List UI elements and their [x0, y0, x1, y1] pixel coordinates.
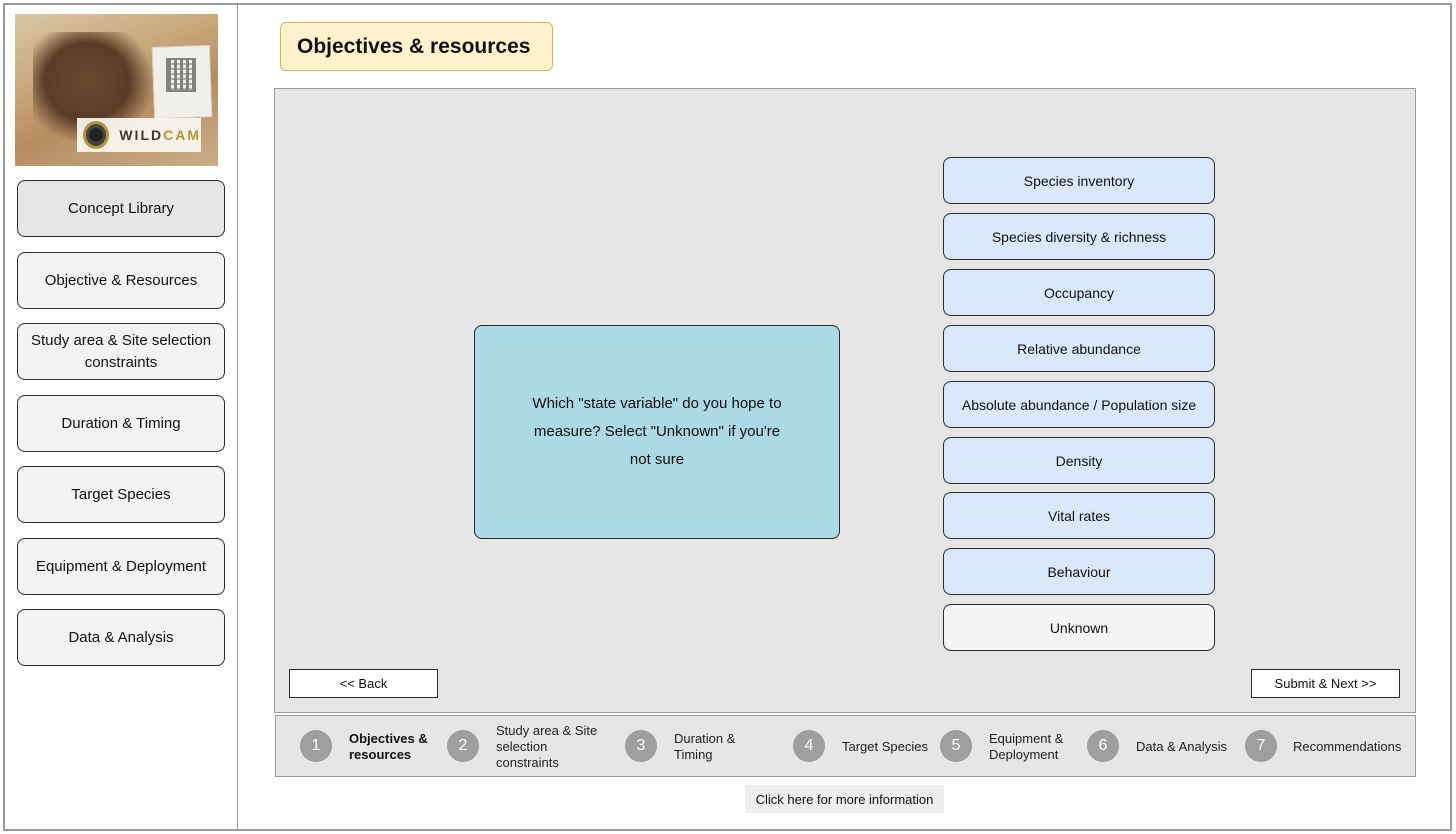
- page-title: Objectives & resources: [280, 22, 553, 71]
- more-info-button[interactable]: Click here for more information: [745, 785, 944, 813]
- step-number[interactable]: 4: [793, 730, 825, 762]
- option-species-inventory[interactable]: Species inventory: [943, 157, 1215, 204]
- sidebar-item-label: Concept Library: [68, 199, 174, 217]
- progress-stepper: 1 Objectives & resources 2 Study area & …: [275, 715, 1416, 777]
- sidebar-item-target-species[interactable]: Target Species: [17, 466, 225, 523]
- step-number[interactable]: 3: [625, 730, 657, 762]
- sidebar-item-label: Objective & Resources: [44, 271, 198, 289]
- sidebar-item-objective-resources[interactable]: Objective & Resources: [17, 252, 225, 309]
- option-occupancy[interactable]: Occupancy: [943, 269, 1215, 316]
- app-frame: WILDCAM Concept Library Objective & Reso…: [3, 3, 1452, 831]
- step-number[interactable]: 7: [1245, 730, 1277, 762]
- sidebar-item-data-analysis[interactable]: Data & Analysis: [17, 609, 225, 666]
- sidebar-item-study-area[interactable]: Study area & Site selection constraints: [17, 323, 225, 380]
- step-number[interactable]: 5: [940, 730, 972, 762]
- sidebar-item-label: Equipment & Deployment: [35, 557, 207, 575]
- question-text: Which "state variable" do you hope to me…: [474, 325, 840, 539]
- step-number[interactable]: 6: [1087, 730, 1119, 762]
- step-label[interactable]: Duration & Timing: [674, 716, 754, 778]
- step-number[interactable]: 2: [447, 730, 479, 762]
- sidebar-item-duration-timing[interactable]: Duration & Timing: [17, 395, 225, 452]
- option-behaviour[interactable]: Behaviour: [943, 548, 1215, 595]
- sidebar-item-label: Data & Analysis: [68, 628, 174, 646]
- brand-badge: WILDCAM: [77, 118, 201, 152]
- qr-code-icon: [166, 58, 196, 92]
- option-vital-rates[interactable]: Vital rates: [943, 492, 1215, 539]
- wildcam-logo: WILDCAM: [15, 14, 218, 166]
- step-label[interactable]: Recommendations: [1293, 716, 1411, 778]
- sidebar-item-label: Study area & Site selection constraints: [30, 331, 212, 371]
- option-relative-abundance[interactable]: Relative abundance: [943, 325, 1215, 372]
- option-absolute-abundance[interactable]: Absolute abundance / Population size: [943, 381, 1215, 428]
- camera-aperture-icon: [83, 121, 110, 149]
- sidebar: WILDCAM Concept Library Objective & Reso…: [5, 5, 238, 829]
- sidebar-item-label: Duration & Timing: [61, 414, 181, 432]
- option-unknown[interactable]: Unknown: [943, 604, 1215, 651]
- submit-next-button[interactable]: Submit & Next >>: [1251, 669, 1400, 698]
- step-label[interactable]: Target Species: [842, 716, 942, 778]
- option-species-diversity-richness[interactable]: Species diversity & richness: [943, 213, 1215, 260]
- step-label[interactable]: Study area & Site selection constraints: [496, 716, 608, 778]
- question-panel: Which "state variable" do you hope to me…: [274, 88, 1416, 713]
- step-label-current[interactable]: Objectives & resources: [349, 716, 439, 778]
- back-button[interactable]: << Back: [289, 669, 438, 698]
- step-number[interactable]: 1: [300, 730, 332, 762]
- option-density[interactable]: Density: [943, 437, 1215, 484]
- sidebar-item-equipment-deployment[interactable]: Equipment & Deployment: [17, 538, 225, 595]
- step-label[interactable]: Equipment & Deployment: [989, 716, 1081, 778]
- step-label[interactable]: Data & Analysis: [1136, 716, 1246, 778]
- sidebar-item-concept-library[interactable]: Concept Library: [17, 180, 225, 237]
- brand-wordmark: WILDCAM: [119, 127, 201, 143]
- sidebar-item-label: Target Species: [71, 485, 171, 503]
